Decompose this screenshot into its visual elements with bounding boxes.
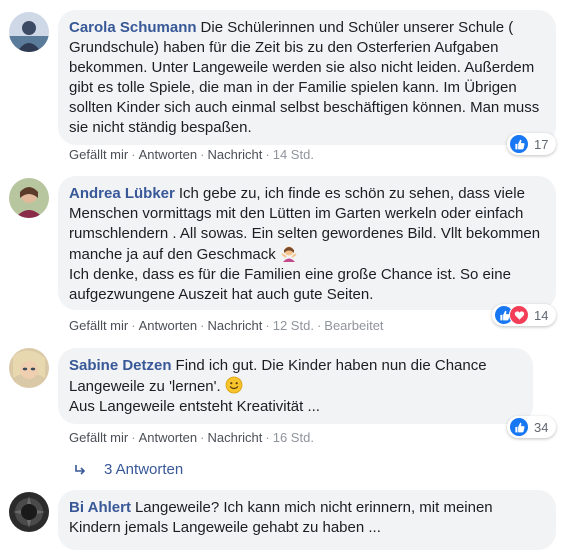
separator-dot: · xyxy=(200,318,205,333)
separator-dot: · xyxy=(265,430,270,445)
like-link[interactable]: Gefällt mir xyxy=(69,318,128,333)
comment-author[interactable]: Bi Ahlert xyxy=(69,499,131,516)
comment-bubble: Sabine Detzen Find ich gut. Die Kinder ha… xyxy=(58,348,533,424)
view-replies-link[interactable]: 3 Antworten xyxy=(72,460,183,480)
like-link[interactable]: Gefällt mir xyxy=(69,147,128,162)
separator-dot: · xyxy=(265,318,270,333)
separator-dot: · xyxy=(131,318,136,333)
comment-author[interactable]: Sabine Detzen xyxy=(69,357,172,374)
reaction-count: 17 xyxy=(534,136,549,152)
reaction-summary[interactable]: 17 xyxy=(507,133,557,155)
reaction-count: 14 xyxy=(534,307,549,323)
reply-link[interactable]: Antworten xyxy=(139,147,198,162)
replies-count-label[interactable]: 3 Antworten xyxy=(104,460,183,480)
separator-dot: · xyxy=(131,430,136,445)
comment-timestamp[interactable]: 14 Std. xyxy=(273,147,314,162)
separator-dot: · xyxy=(200,430,205,445)
comment-text: Aus Langeweile entsteht Kreativität ... xyxy=(69,398,320,415)
comment-text: Ich denke, dass es für die Familien eine… xyxy=(69,266,516,303)
avatar[interactable] xyxy=(9,348,49,388)
like-link[interactable]: Gefällt mir xyxy=(69,430,128,445)
separator-dot: · xyxy=(316,318,322,333)
reply-arrow-icon xyxy=(75,465,86,475)
comment-timestamp[interactable]: 12 Std. xyxy=(273,318,314,333)
comment-timestamp[interactable]: 16 Std. xyxy=(273,430,314,445)
like-reaction-icon xyxy=(509,417,529,437)
separator-dot: · xyxy=(265,147,270,162)
comment-actions: Gefällt mir · Antworten · Nachricht · 12 Std. ·… xyxy=(69,318,384,334)
reaction-summary[interactable]: 34 xyxy=(507,416,557,438)
comment-actions: Gefällt mir · Antworten · Nachricht · 16 Std. xyxy=(69,430,314,446)
comment-author[interactable]: Andrea Lübker xyxy=(69,185,175,202)
reaction-count: 34 xyxy=(534,419,549,435)
avatar[interactable] xyxy=(9,12,49,52)
comment-bubble: Carola Schumann Die Schülerinnen und Schü… xyxy=(58,10,556,145)
message-link[interactable]: Nachricht xyxy=(207,147,262,162)
reply-link[interactable]: Antworten xyxy=(139,318,198,333)
avatar[interactable] xyxy=(9,178,49,218)
message-link[interactable]: Nachricht xyxy=(207,318,262,333)
separator-dot: · xyxy=(131,147,136,162)
edited-label[interactable]: Bearbeitet xyxy=(324,318,383,333)
comment-bubble: Andrea Lübker Ich gebe zu, ich finde es s… xyxy=(58,176,556,310)
person-gesturing-emoji-icon xyxy=(281,246,297,262)
smiley-emoji-icon xyxy=(225,376,243,394)
comment-text: Die Schülerinnen und Schüler unserer Sch… xyxy=(69,19,544,136)
separator-dot: · xyxy=(200,147,205,162)
message-link[interactable]: Nachricht xyxy=(207,430,262,445)
comment-actions: Gefällt mir · Antworten · Nachricht · 14 Std. xyxy=(69,147,314,163)
reaction-summary[interactable]: 14 xyxy=(492,304,557,326)
comment-bubble: Bi Ahlert Langeweile? Ich kann mich nicht… xyxy=(58,490,556,550)
reply-link[interactable]: Antworten xyxy=(139,430,198,445)
comment-author[interactable]: Carola Schumann xyxy=(69,19,197,36)
avatar[interactable] xyxy=(9,492,49,532)
like-reaction-icon xyxy=(509,134,529,154)
comment-text: Langeweile? Ich kann mich nicht erinnern… xyxy=(69,499,497,536)
love-reaction-icon xyxy=(509,305,529,325)
